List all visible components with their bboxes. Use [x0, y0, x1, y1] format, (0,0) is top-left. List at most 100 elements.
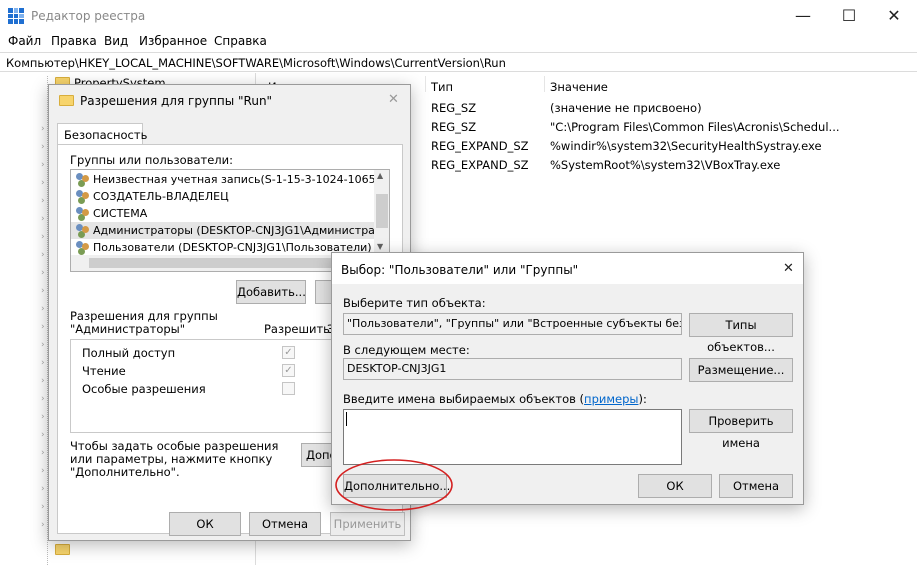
highlight-ellipse [335, 459, 453, 511]
user-name: СИСТЕМА [93, 207, 148, 220]
scrollbar-thumb[interactable] [376, 194, 388, 228]
list-item[interactable]: СИСТЕМА [71, 205, 375, 222]
menu-file[interactable]: Файл [8, 34, 41, 48]
maximize-button[interactable]: ☐ [826, 0, 872, 31]
chevron-right-icon[interactable]: › [41, 160, 45, 170]
location-label: В следующем месте: [343, 343, 470, 357]
chevron-right-icon[interactable]: › [41, 304, 45, 314]
window-title: Редактор реестра [31, 9, 146, 23]
list-item[interactable]: СОЗДАТЕЛЬ-ВЛАДЕЛЕЦ [71, 188, 375, 205]
vertical-scrollbar[interactable]: ▲ ▼ [374, 170, 389, 255]
address-bar[interactable]: Компьютер\HKEY_LOCAL_MACHINE\SOFTWARE\Mi… [0, 52, 917, 72]
allow-checkbox[interactable]: ✓ [282, 364, 295, 377]
scroll-down-icon[interactable]: ▼ [377, 242, 383, 251]
chevron-right-icon[interactable]: › [41, 124, 45, 134]
users-icon [75, 173, 91, 186]
chevron-right-icon[interactable]: › [41, 196, 45, 206]
select-dialog-title: Выбор: "Пользователи" или "Группы" [341, 263, 579, 277]
permissions-for-label: Разрешения для группы [70, 309, 218, 323]
permissions-for-group: "Администраторы" [70, 322, 186, 336]
chevron-right-icon[interactable]: › [41, 502, 45, 512]
location-field: DESKTOP-CNJ3JG1 [343, 358, 682, 380]
menu-favorites[interactable]: Избранное [139, 34, 207, 48]
chevron-right-icon[interactable]: › [41, 322, 45, 332]
menu-edit[interactable]: Правка [51, 34, 97, 48]
chevron-right-icon[interactable]: › [41, 232, 45, 242]
list-item[interactable]: Пользователи (DESKTOP-CNJ3JG1\Пользовате… [71, 239, 375, 256]
tab-security[interactable]: Безопасность [57, 123, 147, 145]
column-type[interactable]: Тип [431, 80, 453, 94]
user-name: Администраторы (DESKTOP-CNJ3JG1\Админист… [93, 224, 390, 237]
examples-link[interactable]: примеры [584, 392, 638, 406]
row-value[interactable]: "C:\Program Files\Common Files\Acronis\S… [550, 120, 840, 134]
row-type[interactable]: REG_SZ [431, 101, 476, 115]
permissions-dialog-title: Разрешения для группы "Run" [80, 94, 273, 108]
ok-button[interactable]: ОК [638, 474, 712, 498]
folder-icon [59, 95, 74, 106]
chevron-right-icon[interactable]: › [41, 142, 45, 152]
chevron-right-icon[interactable]: › [41, 214, 45, 224]
cancel-button[interactable]: Отмена [249, 512, 321, 536]
user-name: Неизвестная учетная запись(S-1-15-3-1024… [93, 173, 390, 186]
groups-label: Группы или пользователи: [70, 153, 233, 167]
row-value[interactable]: %windir%\system32\SecurityHealthSystray.… [550, 139, 822, 153]
row-value[interactable]: (значение не присвоено) [550, 101, 702, 115]
object-types-button[interactable]: Типы объектов... [689, 313, 793, 354]
users-icon [75, 207, 91, 220]
enter-names-label: Введите имена выбираемых объектов (приме… [343, 392, 647, 406]
chevron-right-icon[interactable]: › [41, 286, 45, 296]
user-name: СОЗДАТЕЛЬ-ВЛАДЕЛЕЦ [93, 190, 229, 203]
folder-icon [55, 544, 70, 555]
chevron-right-icon[interactable]: › [41, 412, 45, 422]
menu-help[interactable]: Справка [214, 34, 267, 48]
permission-name: Полный доступ [82, 346, 176, 360]
column-divider[interactable] [425, 76, 426, 92]
row-type[interactable]: REG_EXPAND_SZ [431, 139, 529, 153]
chevron-right-icon[interactable]: › [41, 466, 45, 476]
row-type[interactable]: REG_EXPAND_SZ [431, 158, 529, 172]
chevron-right-icon[interactable]: › [41, 484, 45, 494]
minimize-button[interactable]: — [780, 0, 826, 31]
scroll-up-icon[interactable]: ▲ [377, 171, 383, 180]
cancel-button[interactable]: Отмена [719, 474, 793, 498]
row-value[interactable]: %SystemRoot%\system32\VBoxTray.exe [550, 158, 780, 172]
list-item-selected[interactable]: Администраторы (DESKTOP-CNJ3JG1\Админист… [71, 222, 389, 239]
scrollbar-thumb[interactable] [89, 258, 372, 268]
chevron-right-icon[interactable]: › [41, 430, 45, 440]
chevron-right-icon[interactable]: › [41, 394, 45, 404]
allow-checkbox[interactable]: ✓ [282, 346, 295, 359]
allow-column-label: Разрешить [264, 322, 330, 336]
users-icon [75, 190, 91, 203]
column-divider[interactable] [544, 76, 545, 92]
chevron-right-icon[interactable]: › [41, 520, 45, 530]
title-bar: Редактор реестра — ☐ ✕ [0, 0, 917, 31]
permission-name: Чтение [82, 364, 126, 378]
ok-button[interactable]: ОК [169, 512, 241, 536]
chevron-right-icon[interactable]: › [41, 268, 45, 278]
chevron-right-icon[interactable]: › [41, 340, 45, 350]
close-icon[interactable]: ✕ [783, 261, 794, 276]
menu-view[interactable]: Вид [104, 34, 128, 48]
chevron-right-icon[interactable]: › [41, 178, 45, 188]
object-type-label: Выберите тип объекта: [343, 296, 486, 310]
users-icon [75, 224, 91, 237]
highlight-ellipse-shape [335, 459, 453, 511]
close-button[interactable]: ✕ [871, 0, 917, 31]
location-button[interactable]: Размещение... [689, 358, 793, 382]
chevron-right-icon[interactable]: › [41, 376, 45, 386]
user-name: Пользователи (DESKTOP-CNJ3JG1\Пользовате… [93, 241, 372, 254]
allow-checkbox[interactable] [282, 382, 295, 395]
advanced-button[interactable]: Допо [301, 443, 333, 467]
regedit-icon [8, 8, 24, 24]
chevron-right-icon[interactable]: › [41, 448, 45, 458]
enter-names-label-end: ): [638, 392, 647, 406]
add-button[interactable]: Добавить... [236, 280, 306, 304]
close-icon[interactable]: ✕ [388, 92, 399, 107]
column-value[interactable]: Значение [550, 80, 608, 94]
check-names-button[interactable]: Проверить имена [689, 409, 793, 450]
chevron-right-icon[interactable]: › [41, 250, 45, 260]
apply-button[interactable]: Применить [330, 512, 405, 536]
chevron-right-icon[interactable]: › [41, 358, 45, 368]
row-type[interactable]: REG_SZ [431, 120, 476, 134]
list-item[interactable]: Неизвестная учетная запись(S-1-15-3-1024… [71, 171, 389, 188]
